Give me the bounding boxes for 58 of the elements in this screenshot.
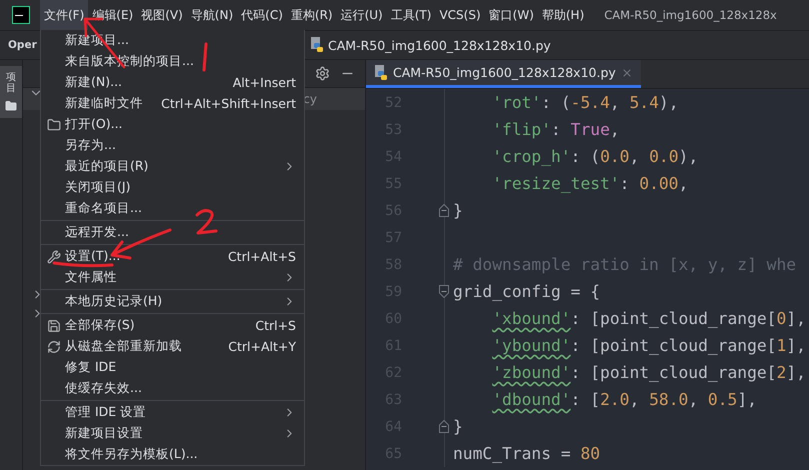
menu-entry[interactable]: 最近的项目(R) [41, 156, 304, 177]
menu-entry[interactable]: 使缓存失效... [41, 378, 304, 399]
hand-drawn-mark [200, 42, 210, 72]
menu-entry[interactable]: 重命名项目... [41, 198, 304, 219]
settings-icon[interactable] [315, 66, 330, 81]
menu-entry[interactable]: 从磁盘全部重新加载 Ctrl+Alt+Y [41, 336, 304, 357]
menu-item[interactable]: 文件(F) [40, 0, 88, 30]
menu-entry[interactable]: 文件属性 [41, 267, 304, 288]
menu-item[interactable]: 重构(R) [286, 0, 337, 30]
window-title: CAM-R50_img1600_128x128x [604, 7, 777, 24]
menu-item[interactable]: 导航(N) [186, 0, 238, 30]
menu-entry[interactable]: 设置(T)... Ctrl+Alt+S [41, 246, 304, 267]
code-line: 'resize_test': 0.00, [491, 174, 688, 193]
menu-entry[interactable]: 修复 IDE [41, 357, 304, 378]
code-line: 'zbound': [point_cloud_range[2], [491, 363, 806, 382]
code-line: numC_Trans = 80 [452, 444, 600, 463]
menu-item[interactable]: 窗口(W) [484, 0, 538, 30]
menu-item[interactable]: 代码(C) [237, 0, 287, 30]
hand-drawn-underline [52, 260, 114, 268]
app-logo-icon [12, 6, 30, 24]
fold-marker-icon[interactable] [439, 204, 449, 217]
menu-entry[interactable]: 关闭项目(J) [41, 177, 304, 198]
code-line: 'rot': (-5.4, 5.4), [491, 93, 679, 112]
python-file-icon [310, 37, 324, 53]
menu-entry[interactable]: 本地历史记录(H) [41, 291, 304, 312]
code-line: } [452, 201, 463, 220]
menu-entry[interactable]: 新建临时文件 Ctrl+Alt+Shift+Insert [41, 93, 304, 114]
menu-entry[interactable]: 新建(N)... Alt+Insert [41, 72, 304, 93]
menu-item[interactable]: 运行(U) [336, 0, 387, 30]
code-line: 'ybound': [point_cloud_range[1], [491, 336, 806, 355]
menu-item[interactable]: 工具(T) [386, 0, 436, 30]
breadcrumb[interactable]: CAM-R50_img1600_128x128x10.py [310, 37, 809, 53]
hand-drawn-mark [194, 208, 218, 236]
menu-entry[interactable]: 管理 IDE 设置 [41, 402, 304, 423]
code-line: 'crop_h': (0.0, 0.0), [491, 147, 698, 166]
menu-entry[interactable]: 全部保存(S) Ctrl+S [41, 315, 304, 336]
project-stripe-tab[interactable]: 项目 [0, 66, 22, 118]
python-file-icon [374, 64, 388, 80]
menu-item[interactable]: 视图(V) [137, 0, 187, 30]
code-line: 'dbound': [2.0, 58.0, 0.5], [491, 390, 757, 409]
menu-entry[interactable]: 远程开发... [41, 222, 304, 243]
code-line: grid_config = { [452, 282, 600, 301]
code-line: 'xbound': [point_cloud_range[0], [491, 309, 806, 328]
fold-marker-icon[interactable] [439, 285, 449, 298]
menu-entry[interactable]: 将文件另存为模板(L)... [41, 444, 304, 465]
code-line: # downsample ratio in [x, y, z] whe [452, 255, 796, 274]
fold-marker-icon[interactable] [439, 420, 449, 433]
code-line: 'flip': True, [491, 120, 620, 139]
editor-tab[interactable]: CAM-R50_img1600_128x128x10.py [366, 60, 641, 88]
menu-entry[interactable]: 新建项目设置 [41, 423, 304, 444]
close-icon[interactable] [620, 66, 633, 78]
panel-title: Oper [8, 39, 37, 51]
menu-entry[interactable]: 打开(O)... [41, 114, 304, 135]
folder-icon [5, 100, 17, 112]
menu-item[interactable]: VCS(S) [435, 0, 485, 30]
menu-entry[interactable]: 另存为... [41, 135, 304, 156]
menu-item[interactable]: 帮助(H) [538, 0, 588, 30]
code-line: } [452, 417, 463, 436]
